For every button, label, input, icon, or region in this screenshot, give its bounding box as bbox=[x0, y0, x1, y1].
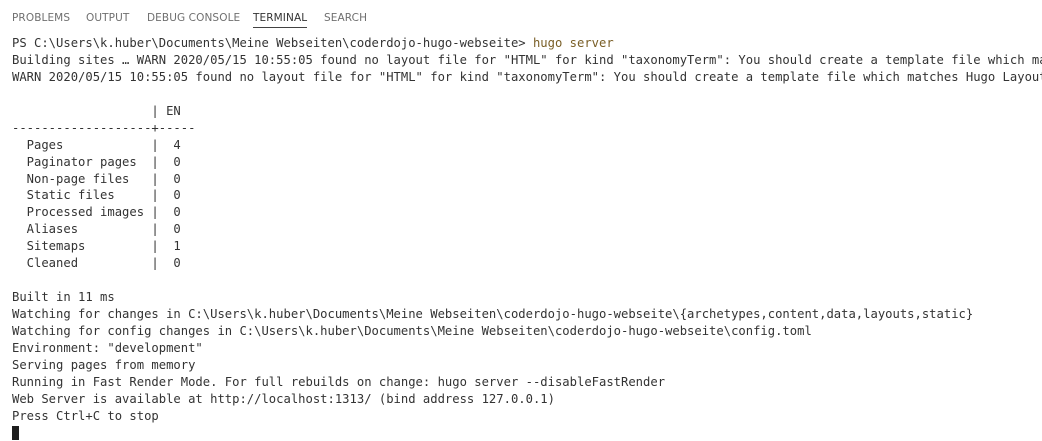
tab-search[interactable]: SEARCH bbox=[324, 11, 367, 27]
terminal-line: Web Server is available at http://localh… bbox=[12, 391, 555, 406]
terminal-line: Processed images | 0 bbox=[12, 205, 181, 220]
terminal-line: -------------------+----- bbox=[12, 120, 196, 135]
terminal-line: Paginator pages | 0 bbox=[12, 154, 181, 169]
terminal-command: hugo server bbox=[532, 36, 614, 50]
tab-debug-console[interactable]: DEBUG CONSOLE bbox=[147, 11, 240, 27]
panel-tab-bar: PROBLEMS OUTPUT DEBUG CONSOLE TERMINAL S… bbox=[0, 0, 1042, 34]
tab-output[interactable]: OUTPUT bbox=[86, 11, 129, 27]
terminal-line: WARN 2020/05/15 10:55:05 found no layout… bbox=[12, 69, 1042, 84]
terminal-line: Static files | 0 bbox=[12, 188, 181, 203]
terminal-cursor bbox=[12, 425, 19, 440]
terminal-prompt: PS C:\Users\k.huber\Documents\Meine Webs… bbox=[12, 36, 533, 50]
tab-terminal[interactable]: TERMINAL bbox=[253, 11, 308, 28]
terminal-line: Environment: "development" bbox=[12, 340, 203, 355]
terminal-line: Running in Fast Render Mode. For full re… bbox=[12, 374, 666, 389]
terminal-line: Watching for changes in C:\Users\k.huber… bbox=[12, 307, 974, 321]
terminal-output[interactable]: PS C:\Users\k.huber\Documents\Meine Webs… bbox=[12, 35, 1042, 441]
tab-problems[interactable]: PROBLEMS bbox=[12, 11, 70, 27]
terminal-line: Sitemaps | 1 bbox=[12, 239, 181, 254]
terminal-line: Serving pages from memory bbox=[12, 357, 196, 372]
terminal-line: Built in 11 ms bbox=[12, 290, 115, 305]
terminal-line: Press Ctrl+C to stop bbox=[12, 408, 159, 423]
terminal-line: Watching for config changes in C:\Users\… bbox=[12, 323, 812, 338]
terminal-line: | EN bbox=[12, 103, 181, 118]
terminal-line: Building sites … WARN 2020/05/15 10:55:0… bbox=[12, 52, 1042, 67]
terminal-line: Non-page files | 0 bbox=[12, 171, 181, 186]
terminal-cursor-line[interactable] bbox=[12, 425, 1042, 441]
terminal-line: Cleaned | 0 bbox=[12, 256, 181, 271]
terminal-line: Aliases | 0 bbox=[12, 222, 181, 237]
terminal-prompt-line: PS C:\Users\k.huber\Documents\Meine Webs… bbox=[12, 35, 1042, 52]
terminal-line: Pages | 4 bbox=[12, 137, 181, 152]
